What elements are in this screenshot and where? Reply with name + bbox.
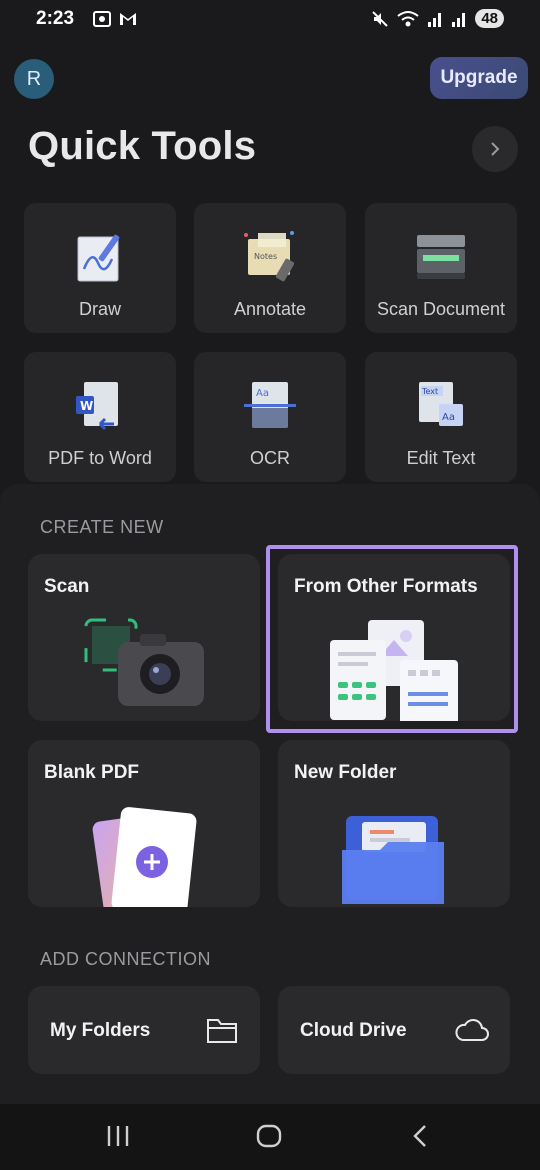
svg-text:Aa: Aa: [442, 412, 455, 423]
status-right-icons: 48: [371, 9, 504, 28]
screenshot-icon: [93, 11, 111, 27]
add-connection-heading: ADD CONNECTION: [40, 949, 212, 969]
create-new-heading: CREATE NEW: [40, 517, 164, 537]
wifi-icon: [397, 10, 419, 26]
home-icon[interactable]: [256, 1124, 282, 1148]
annotate-note-text: Notes: [254, 252, 277, 261]
folder-icon: [342, 816, 444, 904]
folder-outline-icon: [207, 1019, 237, 1043]
avatar[interactable]: R: [14, 59, 54, 99]
tool-pdf-to-word[interactable]: W PDF to Word: [24, 352, 176, 482]
svg-text:Aa: Aa: [256, 388, 269, 399]
camera-icon: [84, 618, 204, 706]
tool-annotate[interactable]: Notes Annotate: [194, 203, 346, 333]
annotate-icon: Notes: [240, 229, 300, 285]
ocr-icon: Aa: [240, 378, 300, 434]
blank-pdf-card[interactable]: Blank PDF: [28, 740, 260, 907]
cloud-drive-button[interactable]: Cloud Drive: [278, 986, 510, 1074]
scanner-icon: [411, 229, 471, 285]
my-folders-button[interactable]: My Folders: [28, 986, 260, 1074]
new-folder-card-title: New Folder: [294, 762, 397, 783]
gmail-icon: [120, 13, 136, 25]
tool-label: OCR: [250, 448, 290, 468]
battery-indicator: 48: [475, 9, 504, 28]
my-folders-label: My Folders: [50, 1020, 151, 1041]
tool-label: Draw: [78, 299, 121, 319]
blank-pdf-card-title: Blank PDF: [44, 762, 140, 783]
pdf-to-word-icon: W: [70, 378, 130, 434]
tool-scan-document[interactable]: Scan Document: [365, 203, 517, 333]
tool-label: Scan Document: [376, 299, 506, 319]
status-left-icons: [92, 9, 138, 29]
cloud-icon: [455, 1019, 489, 1041]
page-title: Quick Tools: [28, 124, 257, 168]
status-time: 2:23: [36, 8, 75, 29]
blank-page-icon: [92, 807, 197, 907]
chevron-right-icon: [491, 142, 500, 156]
scan-card[interactable]: Scan: [28, 554, 260, 721]
svg-text:Text: Text: [421, 387, 438, 396]
tool-ocr[interactable]: Aa OCR: [194, 352, 346, 482]
tool-label: PDF to Word: [48, 448, 152, 468]
selection-highlight: [266, 545, 518, 733]
signal-icon: [428, 12, 442, 27]
back-icon[interactable]: [410, 1124, 430, 1148]
edit-text-icon: Text Aa: [411, 378, 471, 434]
svg-text:W: W: [80, 399, 93, 413]
tool-draw[interactable]: Draw: [24, 203, 176, 333]
tool-label: Edit Text: [406, 448, 476, 468]
tool-label: Annotate: [233, 299, 307, 319]
signal-icon-2: [452, 12, 466, 27]
new-folder-card[interactable]: New Folder: [278, 740, 510, 907]
tool-edit-text[interactable]: Text Aa Edit Text: [365, 352, 517, 482]
quick-tools-more-button[interactable]: [472, 126, 518, 172]
draw-icon: [70, 229, 130, 285]
cloud-drive-label: Cloud Drive: [300, 1020, 407, 1041]
scan-card-title: Scan: [44, 576, 90, 597]
recent-apps-icon[interactable]: [104, 1124, 132, 1148]
upgrade-button[interactable]: Upgrade: [430, 57, 528, 99]
mute-icon: [372, 10, 389, 27]
